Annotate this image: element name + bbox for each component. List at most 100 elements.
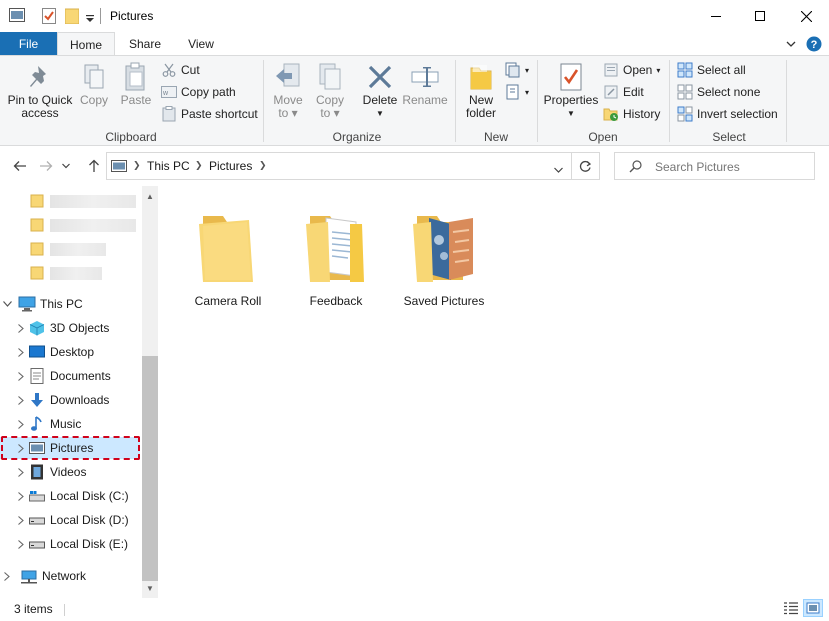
quick-access-item[interactable] [0,262,140,284]
sidebar-item-local-disk-c[interactable]: Local Disk (C:) [0,485,140,507]
scroll-down-icon[interactable]: ▼ [142,580,158,596]
folder-item[interactable]: Feedback [282,204,390,308]
tab-view[interactable]: View [173,32,229,56]
easy-access-button[interactable]: ▾ [504,82,529,102]
paste-button[interactable]: Paste [116,60,156,107]
window-pictures-icon[interactable] [9,8,25,25]
folder-item[interactable]: Saved Pictures [390,204,498,308]
breadcrumb-pictures[interactable]: Pictures [209,159,252,173]
chevron-right-icon[interactable] [14,515,28,525]
back-button[interactable] [10,158,30,174]
invert-selection-button[interactable]: Invert selection [676,104,778,124]
chevron-right-icon[interactable] [14,395,28,405]
sidebar-item-label: Downloads [50,393,110,407]
chevron-right-icon[interactable] [14,491,28,501]
title-bar: Pictures [0,0,829,32]
sidebar-item-3d-objects[interactable]: 3D Objects [0,317,140,339]
history-label: History [623,107,661,121]
edit-button[interactable]: Edit [602,82,644,102]
properties-quick-icon[interactable] [42,8,56,27]
chevron-right-icon[interactable] [14,467,28,477]
chevron-down-icon[interactable] [0,301,14,307]
search-input[interactable]: Search Pictures [614,152,815,180]
address-bar[interactable]: ❯ This PC ❯ Pictures ❯ [106,152,572,180]
maximize-button[interactable] [737,0,783,32]
paste-shortcut-button[interactable]: Paste shortcut [160,104,258,124]
new-folder-button[interactable]: New folder [458,60,504,120]
sidebar-item-documents[interactable]: Documents [0,365,140,387]
details-view-button[interactable] [781,599,801,617]
breadcrumb-chevron-icon[interactable]: ❯ [195,160,203,171]
chevron-right-icon[interactable] [14,371,28,381]
breadcrumb-chevron-icon[interactable]: ❯ [259,160,267,171]
tab-share[interactable]: Share [117,32,173,56]
forward-button[interactable] [36,158,56,174]
open-button[interactable]: Open ▾ [602,60,660,80]
scissors-icon [160,62,178,78]
chevron-right-icon[interactable] [14,347,28,357]
move-to-button[interactable]: Move to ▾ [270,60,306,120]
folder-item[interactable]: Camera Roll [174,204,282,308]
tab-home[interactable]: Home [57,32,115,56]
quick-access-item[interactable] [0,238,140,260]
folder-icon [28,193,46,209]
documents-icon [28,368,46,384]
large-icons-view-button[interactable] [803,599,823,617]
properties-button[interactable]: Properties ▼ [542,60,600,120]
new-item-button[interactable]: ▾ [504,60,529,80]
sidebar-item-downloads[interactable]: Downloads [0,389,140,411]
sidebar-item-local-disk-d[interactable]: Local Disk (D:) [0,509,140,531]
chevron-right-icon[interactable] [0,571,14,581]
sidebar-item-this-pc[interactable]: This PC [0,293,140,315]
expand-ribbon-button[interactable] [786,32,796,56]
select-all-button[interactable]: Select all [676,60,746,80]
rename-button[interactable]: Rename [402,60,448,107]
chevron-right-icon[interactable] [14,323,28,333]
sidebar-item-desktop[interactable]: Desktop [0,341,140,363]
copy-to-button[interactable]: Copy to ▾ [312,60,348,120]
sidebar-item-music[interactable]: Music [0,413,140,435]
quick-access-item[interactable] [0,190,140,212]
recent-locations-button[interactable] [60,158,72,174]
pictures-location-icon [111,160,127,175]
delete-button[interactable]: Delete ▼ [360,60,400,120]
breadcrumb-this-pc[interactable]: This PC [147,159,190,173]
scroll-up-icon[interactable]: ▲ [142,188,158,204]
paste-icon [116,60,156,94]
sidebar-item-network[interactable]: Network [0,565,140,587]
address-history-button[interactable] [554,162,563,176]
status-separator [64,604,65,616]
chevron-right-icon[interactable] [14,539,28,549]
chevron-right-icon[interactable] [14,419,28,429]
ribbon: Pin to Quick access Copy Paste Cut w Cop… [0,55,829,146]
delete-dropdown-icon[interactable]: ▼ [360,107,400,120]
pin-to-quick-access-button[interactable]: Pin to Quick access [4,60,76,120]
ribbon-tabs: File Home Share View ? [0,32,829,56]
folder-icon [28,241,46,257]
refresh-button[interactable] [572,152,600,180]
blurred-label [50,194,136,208]
cut-button[interactable]: Cut [160,60,200,80]
new-folder-quick-icon[interactable] [64,8,80,27]
copy-path-button[interactable]: w Copy path [160,82,236,102]
close-button[interactable] [783,0,829,32]
nav-scrollbar-thumb[interactable] [142,356,158,581]
help-button[interactable]: ? [806,32,822,56]
paste-shortcut-label: Paste shortcut [181,107,258,121]
properties-dropdown-icon[interactable]: ▼ [542,107,600,120]
up-button[interactable] [84,158,104,174]
quick-access-item[interactable] [0,214,140,236]
properties-icon [542,60,600,94]
pin-label-2: access [21,106,59,120]
sidebar-item-label: This PC [40,297,83,311]
sidebar-item-videos[interactable]: Videos [0,461,140,483]
folder-label: Camera Roll [194,294,262,308]
tab-file[interactable]: File [0,32,57,56]
copy-button[interactable]: Copy [76,60,112,107]
history-button[interactable]: History [602,104,660,124]
sidebar-item-local-disk-e[interactable]: Local Disk (E:) [0,533,140,555]
customize-toolbar-icon[interactable] [85,12,95,26]
minimize-button[interactable] [693,0,739,32]
breadcrumb-chevron-icon[interactable]: ❯ [133,160,141,171]
select-none-button[interactable]: Select none [676,82,760,102]
